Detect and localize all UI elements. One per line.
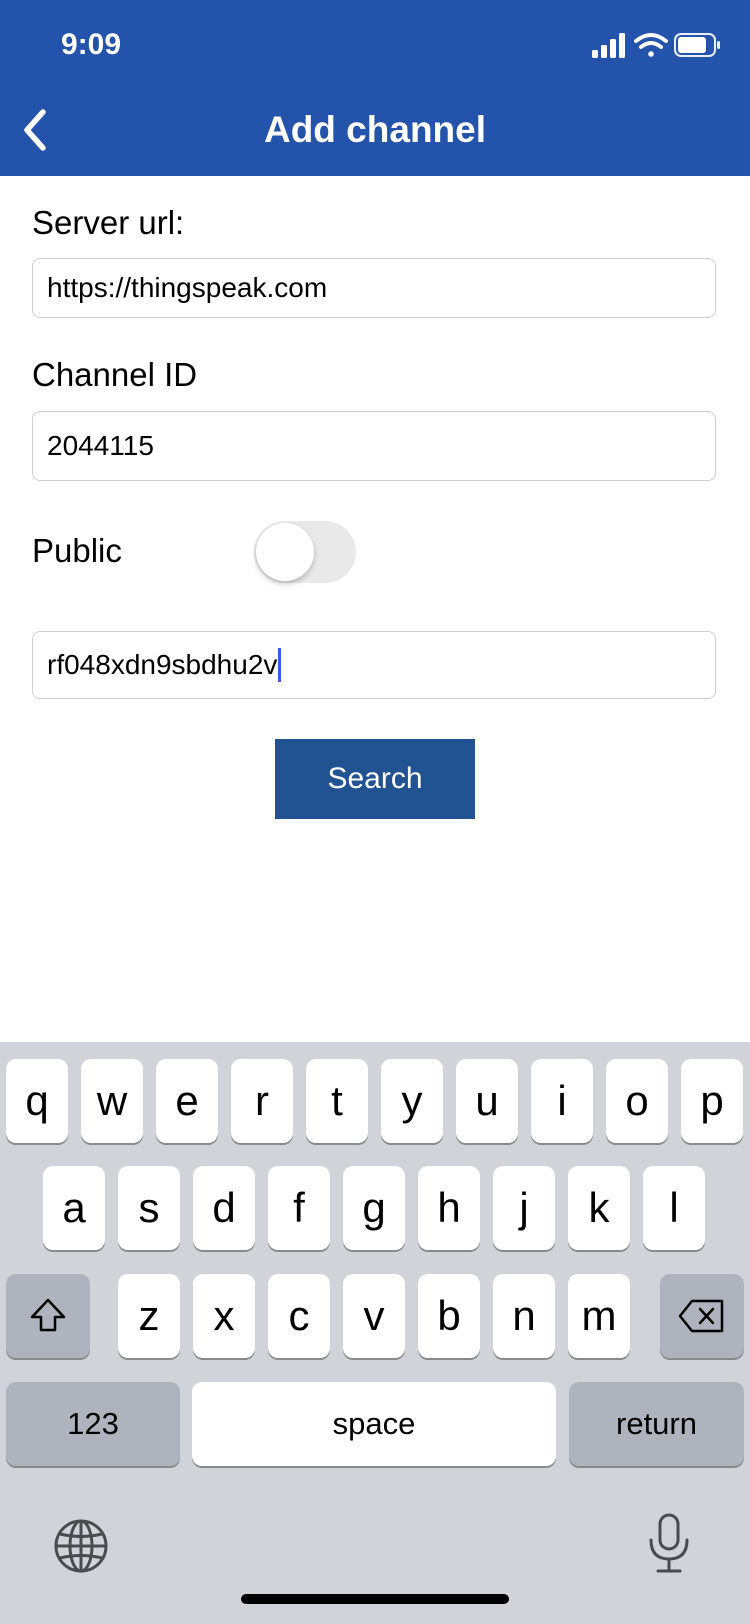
shift-icon — [30, 1298, 66, 1332]
api-key-input[interactable]: rf048xdn9sbdhu2v — [47, 649, 277, 681]
key-l[interactable]: l — [643, 1166, 705, 1250]
numbers-key[interactable]: 123 — [6, 1382, 180, 1466]
keyboard: q w e r t y u i o p a s d f g h j k l z … — [0, 1042, 750, 1624]
microphone-icon — [649, 1513, 689, 1573]
backspace-key[interactable] — [660, 1274, 744, 1358]
globe-button[interactable] — [52, 1517, 110, 1575]
key-d[interactable]: d — [193, 1166, 255, 1250]
server-url-field[interactable] — [32, 258, 716, 318]
key-c[interactable]: c — [268, 1274, 330, 1358]
key-b[interactable]: b — [418, 1274, 480, 1358]
channel-id-label: Channel ID — [32, 356, 198, 393]
key-q[interactable]: q — [6, 1059, 68, 1143]
backspace-icon — [678, 1299, 724, 1333]
search-button[interactable]: Search — [275, 739, 475, 819]
status-time: 9:09 — [61, 28, 122, 61]
key-e[interactable]: e — [156, 1059, 218, 1143]
key-v[interactable]: v — [343, 1274, 405, 1358]
signal-icon — [592, 33, 625, 58]
return-key[interactable]: return — [569, 1382, 744, 1466]
text-caret — [278, 648, 282, 682]
channel-id-field[interactable] — [32, 411, 716, 481]
api-key-field[interactable]: rf048xdn9sbdhu2v — [32, 631, 716, 699]
public-toggle[interactable] — [254, 521, 356, 583]
key-x[interactable]: x — [193, 1274, 255, 1358]
header-bar: 9:09 Add channel — [0, 0, 750, 176]
key-a[interactable]: a — [43, 1166, 105, 1250]
key-p[interactable]: p — [681, 1059, 743, 1143]
channel-id-input[interactable] — [47, 430, 701, 462]
key-g[interactable]: g — [343, 1166, 405, 1250]
server-url-input[interactable] — [47, 272, 701, 304]
key-s[interactable]: s — [118, 1166, 180, 1250]
key-w[interactable]: w — [81, 1059, 143, 1143]
key-u[interactable]: u — [456, 1059, 518, 1143]
toggle-knob — [256, 523, 314, 581]
key-o[interactable]: o — [606, 1059, 668, 1143]
key-z[interactable]: z — [118, 1274, 180, 1358]
battery-icon — [674, 33, 720, 57]
key-f[interactable]: f — [268, 1166, 330, 1250]
shift-key[interactable] — [6, 1274, 90, 1358]
globe-icon — [54, 1519, 108, 1573]
space-key[interactable]: space — [192, 1382, 556, 1466]
status-icons — [592, 30, 722, 60]
key-m[interactable]: m — [568, 1274, 630, 1358]
server-url-label: Server url: — [32, 204, 185, 241]
key-k[interactable]: k — [568, 1166, 630, 1250]
key-n[interactable]: n — [493, 1274, 555, 1358]
key-h[interactable]: h — [418, 1166, 480, 1250]
key-y[interactable]: y — [381, 1059, 443, 1143]
home-indicator — [241, 1594, 509, 1604]
key-i[interactable]: i — [531, 1059, 593, 1143]
key-r[interactable]: r — [231, 1059, 293, 1143]
key-j[interactable]: j — [493, 1166, 555, 1250]
page-title: Add channel — [263, 109, 487, 150]
dictation-button[interactable] — [646, 1512, 692, 1576]
public-label: Public — [32, 532, 122, 569]
wifi-icon — [634, 33, 668, 57]
key-t[interactable]: t — [306, 1059, 368, 1143]
